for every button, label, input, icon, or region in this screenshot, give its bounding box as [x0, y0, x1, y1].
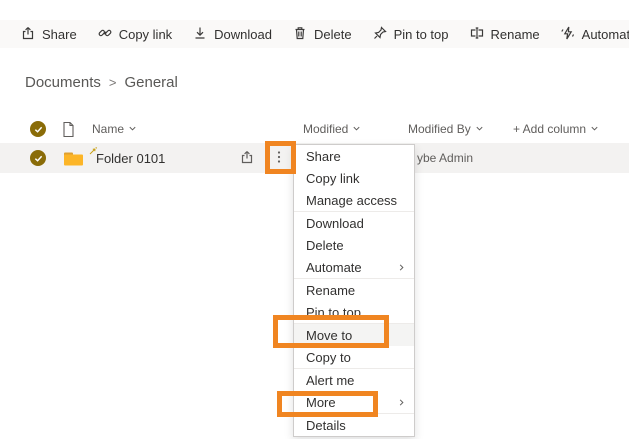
menu-item-rename[interactable]: Rename: [294, 279, 414, 301]
rename-label: Rename: [490, 26, 540, 42]
breadcrumb-general[interactable]: General: [124, 74, 177, 91]
rename-button[interactable]: Rename: [459, 20, 550, 48]
chevron-down-icon: [352, 122, 361, 136]
select-all-checkbox[interactable]: [30, 117, 46, 141]
menu-item-share[interactable]: Share: [294, 145, 414, 167]
annotation-box-more-actions: [265, 141, 296, 174]
row-modified-by-value: ybe Admin: [417, 151, 474, 165]
row-share-button[interactable]: [239, 143, 255, 173]
delete-icon: [292, 25, 308, 44]
download-button[interactable]: Download: [182, 20, 282, 48]
breadcrumb-separator: >: [108, 75, 117, 90]
menu-item-download[interactable]: Download: [294, 212, 414, 234]
folder-icon: [63, 143, 84, 173]
menu-item-delete[interactable]: Delete: [294, 234, 414, 256]
automate-button[interactable]: Automate: [550, 20, 629, 48]
menu-item-automate[interactable]: Automate: [294, 256, 414, 278]
column-header-name[interactable]: Name: [92, 117, 137, 141]
file-type-column-icon: [61, 117, 76, 141]
chevron-down-icon: [590, 122, 599, 136]
share-icon: [239, 149, 255, 168]
menu-item-copy-link[interactable]: Copy link: [294, 167, 414, 189]
select-all-check-icon: [30, 121, 46, 137]
chevron-down-icon: [475, 122, 484, 136]
chevron-right-icon: [397, 395, 406, 410]
rename-icon: [469, 25, 485, 44]
column-header-modified-by[interactable]: Modified By: [408, 117, 484, 141]
share-icon: [20, 25, 36, 44]
annotation-box-move-to: [273, 315, 389, 348]
pin-icon: [372, 25, 388, 44]
copy-link-button[interactable]: Copy link: [87, 20, 182, 48]
row-checkbox[interactable]: [30, 143, 46, 173]
copy-link-icon: [97, 25, 113, 44]
share-label: Share: [42, 26, 77, 42]
row-name-label[interactable]: Folder 0101: [96, 143, 165, 173]
menu-item-manage-access[interactable]: Manage access: [294, 189, 414, 211]
chevron-down-icon: [128, 122, 137, 136]
command-bar: Share Copy link Download Delete Pin to t…: [0, 20, 629, 48]
annotation-box-more: [277, 391, 378, 417]
download-icon: [192, 25, 208, 44]
column-header-modified[interactable]: Modified: [303, 117, 361, 141]
breadcrumb: Documents > General: [25, 74, 178, 91]
menu-item-copy-to[interactable]: Copy to: [294, 346, 414, 368]
menu-item-details[interactable]: Details: [294, 414, 414, 436]
delete-button[interactable]: Delete: [282, 20, 362, 48]
row-check-icon: [30, 150, 46, 166]
menu-item-alert-me[interactable]: Alert me: [294, 369, 414, 391]
download-label: Download: [214, 26, 272, 42]
chevron-right-icon: [397, 260, 406, 275]
breadcrumb-documents[interactable]: Documents: [25, 74, 101, 91]
delete-label: Delete: [314, 26, 352, 42]
add-column-button[interactable]: + Add column: [513, 117, 599, 141]
pin-to-top-button[interactable]: Pin to top: [362, 20, 459, 48]
automate-label: Automate: [581, 26, 629, 42]
automate-icon: [560, 25, 576, 44]
share-button[interactable]: Share: [10, 20, 87, 48]
pin-to-top-label: Pin to top: [393, 26, 449, 42]
copy-link-label: Copy link: [118, 26, 173, 42]
